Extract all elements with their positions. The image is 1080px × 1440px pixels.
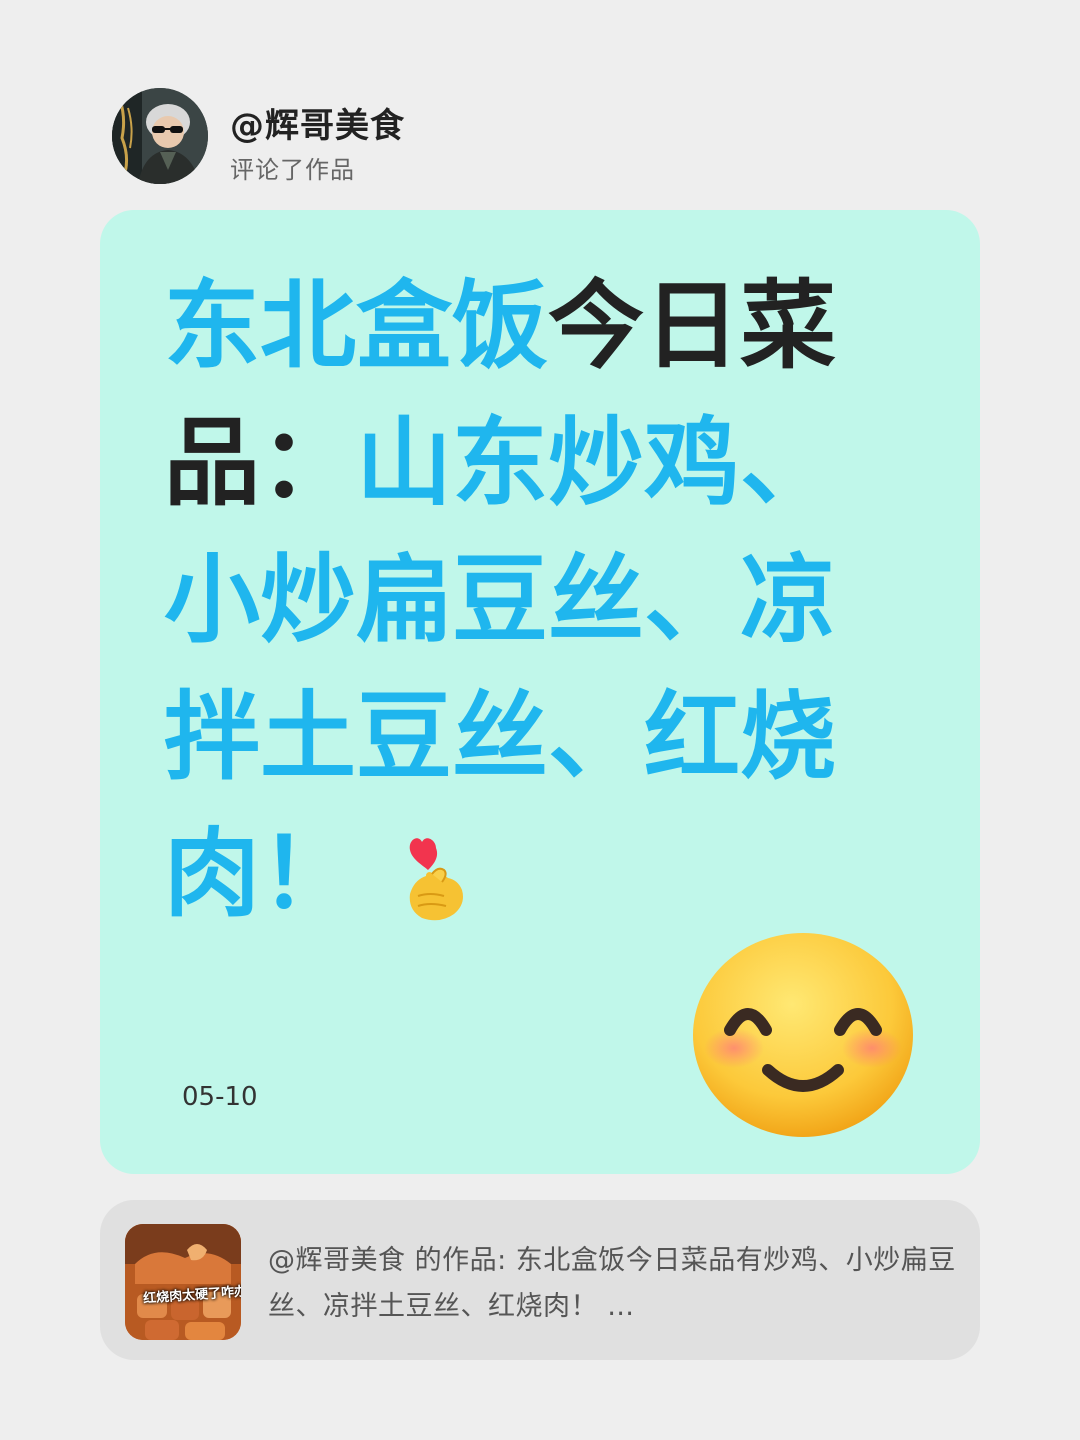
smiling-face-icon [690, 930, 916, 1140]
avatar[interactable] [112, 88, 208, 184]
comment-text-highlight-1: 东北盒饭 [164, 270, 548, 382]
user-avatar-icon [112, 88, 208, 184]
finger-heart-icon [396, 825, 476, 925]
source-description[interactable]: @辉哥美食 的作品: 东北盒饭今日菜品有炒鸡、小炒扁豆丝、凉拌土豆丝、红烧肉！ … [268, 1238, 958, 1330]
comment-date: 05-10 [182, 1082, 258, 1112]
username[interactable]: @辉哥美食 [230, 98, 405, 147]
comment-text: 东北盒饭今日菜品：山东炒鸡、小炒扁豆丝、凉拌土豆丝、红烧肉！ [164, 258, 854, 943]
source-thumbnail[interactable]: 红烧肉太硬了咋办 [125, 1224, 241, 1340]
comment-card: 东北盒饭今日菜品：山东炒鸡、小炒扁豆丝、凉拌土豆丝、红烧肉！ 05-10 [100, 210, 980, 1174]
action-label: 评论了作品 [230, 156, 355, 184]
comment-header: @辉哥美食 评论了作品 [112, 88, 812, 188]
source-work-card[interactable]: 红烧肉太硬了咋办 @辉哥美食 的作品: 东北盒饭今日菜品有炒鸡、小炒扁豆丝、凉拌… [100, 1200, 980, 1360]
